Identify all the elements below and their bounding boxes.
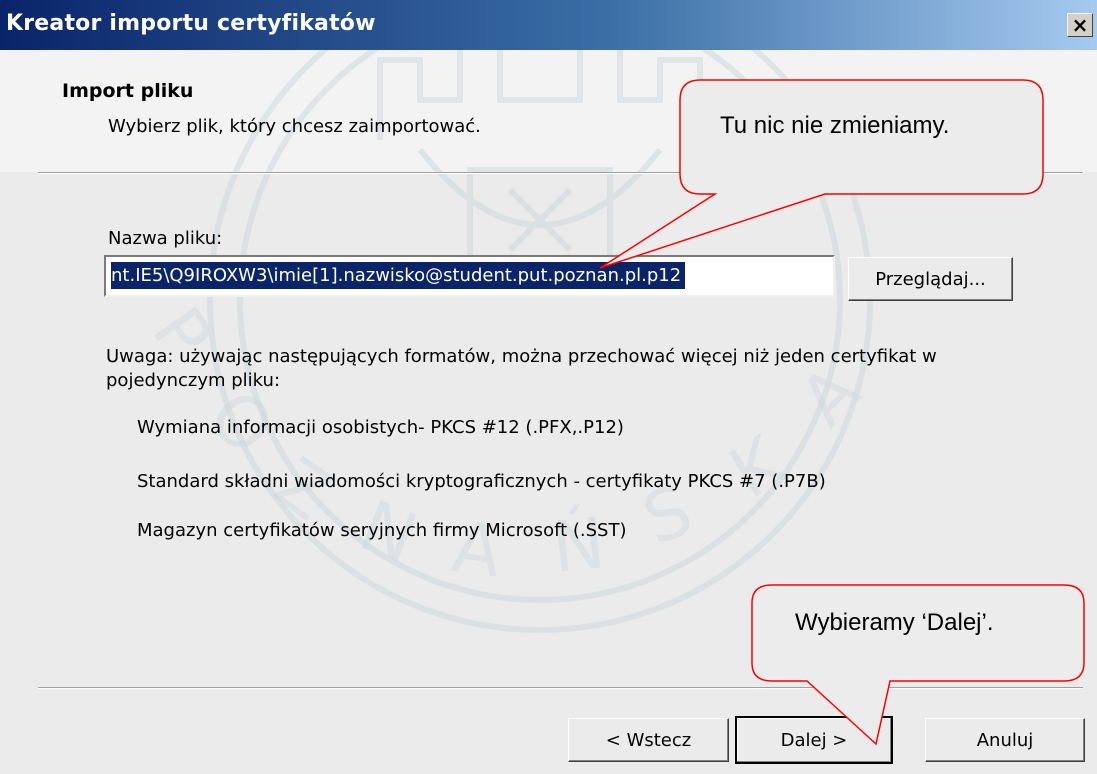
filename-selected-text: nt.IE5\Q9IROXW3\imie[1].nazwisko@student… xyxy=(111,262,686,289)
svg-text:K: K xyxy=(716,419,800,514)
import-wizard-dialog: P O Z N A Ń S K A Kreator importu certyf… xyxy=(0,0,1097,774)
format-item-pfx: Wymiana informacji osobistych- PKCS #12 … xyxy=(137,417,624,438)
format-item-p7b: Standard składni wiadomości kryptografic… xyxy=(137,471,826,492)
close-icon: × xyxy=(1071,13,1089,37)
page-subtitle: Wybierz plik, który chcesz zaimportować. xyxy=(108,116,481,137)
filename-label: Nazwa pliku: xyxy=(108,228,223,249)
svg-text:A: A xyxy=(448,506,507,594)
back-button[interactable]: < Wstecz xyxy=(568,718,729,762)
browse-button[interactable]: Przeglądaj... xyxy=(848,257,1013,301)
next-button[interactable]: Dalej > xyxy=(735,716,893,764)
title-bar: Kreator importu certyfikatów × xyxy=(0,0,1097,50)
format-item-sst: Magazyn certyfikatów seryjnych firmy Mic… xyxy=(137,520,627,541)
window-title: Kreator importu certyfikatów xyxy=(6,11,376,36)
callout-top-text: Tu nic nie zmieniamy. xyxy=(720,112,950,139)
svg-text:Ń: Ń xyxy=(548,502,609,589)
filename-input[interactable]: nt.IE5\Q9IROXW3\imie[1].nazwisko@student… xyxy=(104,255,835,297)
footer-divider xyxy=(38,687,1083,689)
wizard-header xyxy=(0,50,1097,172)
cancel-button[interactable]: Anuluj xyxy=(925,718,1085,762)
callout-bottom-text: Wybieramy ‘Dalej’. xyxy=(795,609,994,636)
formats-note: Uwaga: używając następujących formatów, … xyxy=(106,346,937,391)
header-divider xyxy=(38,172,1083,174)
page-title: Import pliku xyxy=(62,80,194,102)
close-button[interactable]: × xyxy=(1067,13,1093,37)
